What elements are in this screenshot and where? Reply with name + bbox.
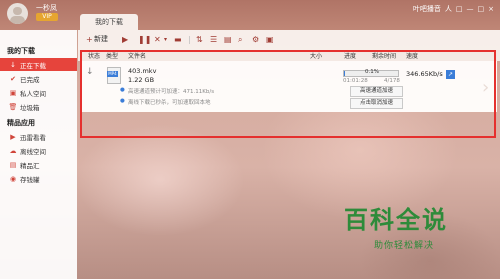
settings-icon[interactable]: ⚙ bbox=[252, 34, 259, 45]
sidebar-item-label: 垃圾箱 bbox=[20, 103, 40, 112]
avatar[interactable] bbox=[7, 3, 28, 24]
sidebar-item-label: 离线空间 bbox=[20, 147, 46, 156]
sidebar-item-xunlei-kankan[interactable]: ▶ 迅雷看看 bbox=[0, 130, 77, 143]
play-icon: ▶ bbox=[10, 132, 16, 141]
search-icon[interactable]: ⌕ bbox=[238, 34, 242, 45]
delete-icon[interactable]: ✕ bbox=[154, 34, 161, 45]
gift-icon: ▤ bbox=[9, 160, 17, 169]
user-icon[interactable]: 人 bbox=[445, 4, 452, 14]
sidebar-item-label: 私人空间 bbox=[20, 89, 46, 98]
sidebar-item-label: 正在下载 bbox=[20, 61, 46, 70]
new-task-button[interactable]: 新建 bbox=[94, 34, 108, 45]
lock-icon: ▣ bbox=[9, 88, 17, 97]
watermark-subtitle: 助你轻松解决 bbox=[374, 241, 435, 251]
sidebar-item-downloading[interactable]: ↓ 正在下载 bbox=[0, 58, 77, 71]
watermark: 百科全说 助你轻松解决 bbox=[330, 198, 500, 279]
window-controls: 叶吧播音 人 □ — □ × bbox=[413, 4, 494, 14]
title-bar: 一秒凤 VIP 我的下载 叶吧播音 人 □ — □ × bbox=[0, 0, 500, 30]
sort-icon[interactable]: ⇅ bbox=[196, 34, 203, 45]
tab-my-downloads[interactable]: 我的下载 bbox=[80, 14, 138, 30]
gift-icon[interactable]: ▣ bbox=[266, 34, 274, 45]
trash-icon: 🗑 bbox=[8, 102, 18, 111]
dropdown-arrow-icon[interactable]: ▾ bbox=[164, 34, 167, 45]
top-link-broadcast[interactable]: 叶吧播音 bbox=[413, 4, 441, 14]
username-label[interactable]: 一秒凤 bbox=[36, 3, 57, 13]
download-icon: ↓ bbox=[10, 60, 16, 69]
chevron-right-icon[interactable]: › bbox=[482, 77, 489, 98]
sidebar-item-label: 已完成 bbox=[20, 75, 40, 84]
highlight-frame bbox=[80, 50, 496, 138]
skin-icon[interactable]: □ bbox=[456, 5, 463, 13]
pause-icon[interactable]: ❚❚ bbox=[138, 34, 151, 45]
folder-icon[interactable]: ▬ bbox=[174, 34, 182, 45]
check-icon: ✔ bbox=[10, 74, 16, 83]
sidebar-section-apps: 精品应用 bbox=[7, 119, 35, 127]
minimize-icon[interactable]: — bbox=[467, 5, 474, 13]
list-icon[interactable]: ☰ bbox=[210, 34, 217, 45]
sidebar: 我的下载 ↓ 正在下载 ✔ 已完成 ▣ 私人空间 🗑 垃圾箱 精品应用 ▶ 迅雷… bbox=[0, 30, 77, 279]
sidebar-item-completed[interactable]: ✔ 已完成 bbox=[0, 72, 77, 85]
maximize-icon[interactable]: □ bbox=[478, 5, 485, 13]
sidebar-item-label: 精品汇 bbox=[20, 161, 40, 170]
toolbar: + 新建 ▶ ❚❚ ✕ ▾ ▬ | ⇅ ☰ ▤ ⌕ ⚙ ▣ bbox=[78, 30, 500, 50]
sidebar-item-offline-space[interactable]: ☁ 离线空间 bbox=[0, 144, 77, 157]
sidebar-item-trash[interactable]: 🗑 垃圾箱 bbox=[0, 100, 77, 113]
sidebar-item-private-space[interactable]: ▣ 私人空间 bbox=[0, 86, 77, 99]
sidebar-section-downloads: 我的下载 bbox=[7, 47, 35, 55]
piggy-icon: ◉ bbox=[9, 174, 17, 183]
sidebar-item-label: 迅雷看看 bbox=[20, 133, 46, 142]
vip-badge[interactable]: VIP bbox=[36, 13, 58, 21]
close-icon[interactable]: × bbox=[488, 5, 494, 13]
sidebar-item-piggy-bank[interactable]: ◉ 存钱罐 bbox=[0, 172, 77, 185]
cloud-icon: ☁ bbox=[9, 146, 17, 155]
sidebar-item-label: 存钱罐 bbox=[20, 175, 40, 184]
sidebar-item-boutique[interactable]: ▤ 精品汇 bbox=[0, 158, 77, 171]
detail-icon[interactable]: ▤ bbox=[224, 34, 232, 45]
new-task-icon[interactable]: + bbox=[86, 34, 93, 45]
start-icon[interactable]: ▶ bbox=[122, 34, 128, 45]
separator: | bbox=[188, 35, 191, 44]
watermark-title: 百科全说 bbox=[344, 206, 448, 234]
